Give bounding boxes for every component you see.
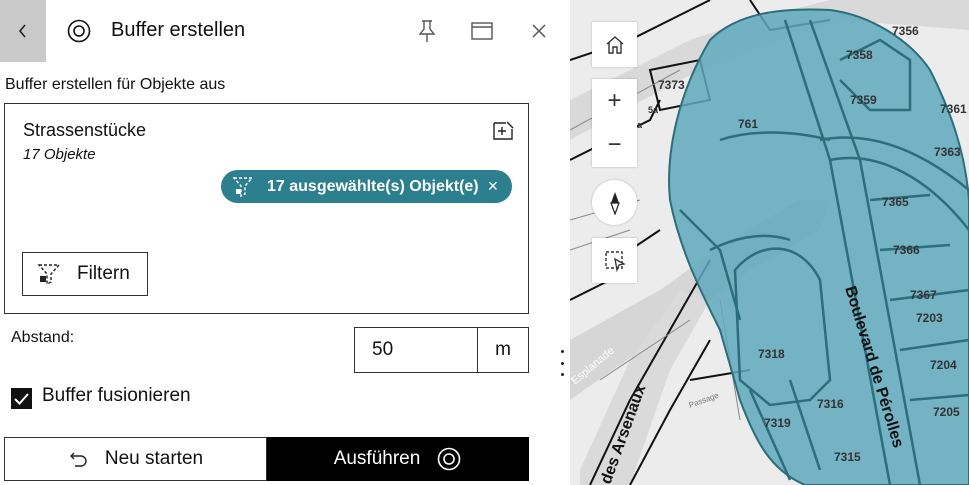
selection-filter-icon bbox=[231, 175, 255, 199]
parcel-label: 7363 bbox=[934, 145, 961, 159]
select-area-icon bbox=[604, 250, 626, 272]
merge-label: Buffer fusionieren bbox=[42, 384, 191, 406]
zoom-out-button[interactable]: − bbox=[592, 123, 637, 167]
parcel-label: 7316 bbox=[817, 397, 844, 411]
distance-field: m bbox=[354, 327, 529, 373]
parcel-label: 7315 bbox=[834, 450, 861, 464]
zoom-in-button[interactable]: + bbox=[592, 79, 637, 123]
selection-chip[interactable]: 17 ausgewählte(s) Objekt(e) × bbox=[221, 170, 512, 203]
parcel-label: 7204 bbox=[930, 358, 957, 372]
parcel-label: 7358 bbox=[846, 48, 873, 62]
zoom-control: + − bbox=[592, 79, 637, 167]
layer-name: Strassenstücke bbox=[23, 120, 147, 140]
source-subtitle: Buffer erstellen für Objekte aus bbox=[5, 76, 226, 93]
selection-chip-label: 17 ausgewählte(s) Objekt(e) bbox=[267, 177, 479, 195]
panel-resize-handle[interactable] bbox=[558, 350, 566, 376]
window-icon bbox=[471, 22, 493, 40]
parcel-label: 7356 bbox=[892, 24, 919, 38]
distance-unit: m bbox=[495, 339, 511, 360]
close-button[interactable] bbox=[524, 16, 554, 46]
parcel-label: 7361 bbox=[940, 102, 967, 116]
add-selection-icon bbox=[493, 121, 514, 140]
back-button[interactable] bbox=[0, 0, 46, 62]
parcel-label: 7318 bbox=[758, 347, 785, 361]
parcel-label: 7359 bbox=[850, 93, 877, 107]
source-layer-card: Strassenstücke 17 Objekte 17 ausgewählte… bbox=[4, 103, 529, 314]
home-button[interactable] bbox=[592, 22, 637, 67]
parcel-label: 7205 bbox=[933, 405, 960, 419]
run-button[interactable]: Ausführen bbox=[267, 437, 529, 481]
parcel-label: 7319 bbox=[764, 416, 791, 430]
parcel-label: 761 bbox=[738, 117, 758, 131]
street-label-passage: Passage bbox=[688, 391, 721, 410]
merge-option[interactable]: Buffer fusionieren bbox=[11, 382, 191, 409]
pin-icon bbox=[418, 20, 436, 42]
parcel-label: 7373 bbox=[658, 78, 685, 92]
restart-button[interactable]: Neu starten bbox=[4, 437, 267, 481]
map-view[interactable]: Boulevard de Pérolles des Arsenaux Espla… bbox=[570, 0, 969, 485]
chip-close-icon[interactable]: × bbox=[488, 176, 499, 197]
parcel-label: 7366 bbox=[893, 243, 920, 257]
filter-button[interactable]: Filtern bbox=[22, 252, 148, 296]
parcel-label: 7203 bbox=[916, 311, 943, 325]
compass-icon bbox=[609, 191, 620, 215]
parcel-label: 7365 bbox=[882, 195, 909, 209]
distance-input[interactable] bbox=[355, 328, 478, 372]
merge-checkbox[interactable] bbox=[11, 388, 32, 409]
compass-button[interactable] bbox=[592, 180, 637, 225]
buffer-icon bbox=[438, 447, 461, 471]
parcel-label: 5a bbox=[648, 105, 659, 115]
object-count: 17 Objekte bbox=[23, 146, 96, 163]
select-area-button[interactable] bbox=[592, 238, 637, 283]
distance-label: Abstand: bbox=[11, 329, 75, 346]
app-root: Buffer erstellen Buffer erstellen für Ob… bbox=[0, 0, 969, 485]
panel-title: Buffer erstellen bbox=[111, 19, 246, 41]
home-icon bbox=[606, 35, 623, 54]
add-selection-button[interactable] bbox=[490, 118, 516, 144]
chevron-left-icon bbox=[18, 24, 26, 38]
checkmark-icon bbox=[14, 392, 29, 405]
pin-button[interactable] bbox=[412, 16, 442, 46]
parcel-label: 7367 bbox=[910, 288, 937, 302]
restart-label: Neu starten bbox=[104, 448, 204, 469]
close-icon bbox=[532, 24, 546, 38]
filter-icon bbox=[37, 264, 61, 286]
undo-icon bbox=[69, 452, 87, 467]
buffer-icon bbox=[67, 19, 91, 43]
window-button[interactable] bbox=[467, 16, 497, 46]
filter-button-label: Filtern bbox=[77, 263, 130, 284]
run-label: Ausführen bbox=[333, 448, 421, 469]
panel-header: Buffer erstellen bbox=[0, 0, 552, 62]
buffer-panel: Buffer erstellen Buffer erstellen für Ob… bbox=[0, 0, 552, 485]
